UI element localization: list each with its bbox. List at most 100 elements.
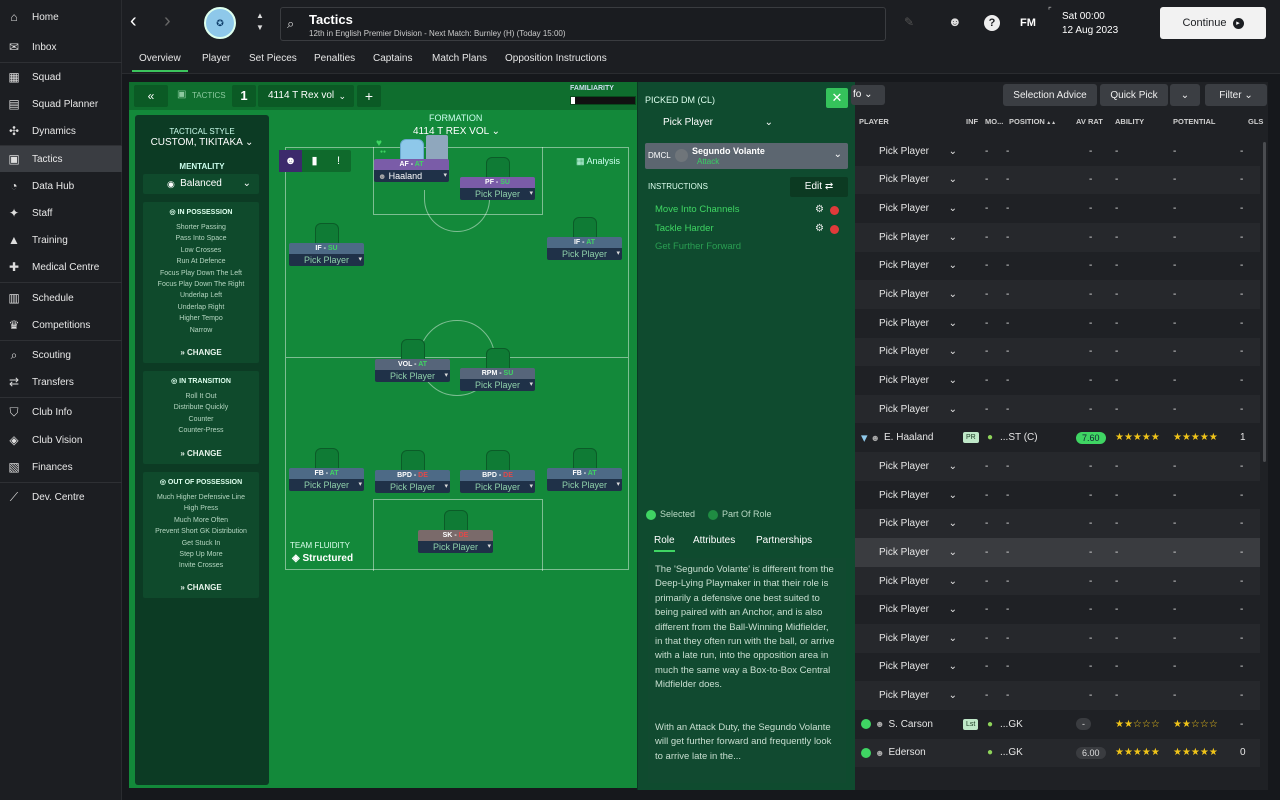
search-box[interactable]: ⌕ Tactics 12th in English Premier Divisi… xyxy=(280,7,886,41)
sidebar-item-schedule[interactable]: ▥ Schedule xyxy=(0,285,122,311)
tab-penalties[interactable]: Penalties xyxy=(314,53,355,64)
player-name-select[interactable]: Pick Player ▾ xyxy=(460,188,535,200)
pick-player-select[interactable]: Pick Player ⌄ xyxy=(879,252,957,281)
pitch-position-rpm[interactable]: RPM - SU Pick Player ▾ xyxy=(460,348,535,391)
table-row[interactable]: Pick Player ⌄ - - - - - - xyxy=(855,653,1260,682)
tactic-select[interactable]: 4114 T Rex vol ⌄ xyxy=(258,85,354,107)
role-select[interactable]: DMCL Segundo Volante Attack ⌄ xyxy=(645,143,848,169)
pick-player-select[interactable]: Pick Player ⌄ xyxy=(879,366,957,395)
in-possession-change-button[interactable]: » CHANGE xyxy=(143,348,259,357)
help-icon[interactable]: ? xyxy=(984,15,1000,31)
pencil-icon[interactable]: ✎ xyxy=(904,15,914,29)
gear-icon[interactable]: ⚙ xyxy=(815,204,824,215)
tactic-slot[interactable]: 1 xyxy=(232,85,256,107)
remove-icon[interactable] xyxy=(830,206,839,215)
table-row[interactable]: Pick Player ⌄ - - - - - - xyxy=(855,337,1260,367)
detail-tab-role[interactable]: Role xyxy=(654,535,675,552)
table-row[interactable]: Pick Player ⌄ - - - - - - xyxy=(855,165,1260,195)
sidebar-item-squad[interactable]: ▦ Squad xyxy=(0,64,122,90)
pitch-position-ifr[interactable]: IF - AT Pick Player ▾ xyxy=(547,217,622,260)
pick-player-select[interactable]: Pick Player ⌄ xyxy=(879,509,957,538)
info-select[interactable]: fo ⌄ xyxy=(851,85,885,105)
table-row[interactable]: Pick Player ⌄ - - - - - - xyxy=(855,280,1260,309)
pick-player-select[interactable]: Pick Player ⌄ xyxy=(879,595,957,624)
continue-button[interactable]: Continue ▸ xyxy=(1160,7,1266,39)
pick-player-select[interactable]: Pick Player ⌄ xyxy=(879,624,957,653)
pick-player-select[interactable]: Pick Player ⌄ xyxy=(879,452,957,481)
sidebar-item-club-info[interactable]: ⛉ Club Info xyxy=(0,399,122,425)
pitch-position-bpdr[interactable]: BPD - DE Pick Player ▾ xyxy=(460,450,535,493)
detail-tab-partnerships[interactable]: Partnerships xyxy=(756,535,812,546)
gear-icon[interactable]: ⚙ xyxy=(815,223,824,234)
player-cell[interactable]: ☻ S. Carson xyxy=(861,710,933,739)
table-row[interactable]: Pick Player ⌄ - - - - - - xyxy=(855,681,1260,710)
fm-menu[interactable]: FM xyxy=(1020,17,1036,29)
back-button[interactable]: ‹ xyxy=(130,10,137,33)
player-name-select[interactable]: Pick Player ▾ xyxy=(418,541,493,553)
pitch-position-vol[interactable]: VOL - AT Pick Player ▾ xyxy=(375,339,450,382)
column-header-player[interactable]: PLAYER xyxy=(859,117,889,126)
remove-icon[interactable] xyxy=(830,224,839,234)
table-row[interactable]: ▾ ☻ E. Haaland PR ● ...ST (C) 7.60 ★★★★★ ★★★★★ 1 xyxy=(855,424,1260,453)
player-instruction[interactable]: Tackle Harder ⚙ xyxy=(655,223,845,239)
player-role[interactable]: SK - DE xyxy=(418,530,493,541)
player-cell[interactable]: ☻ Ederson xyxy=(861,739,926,768)
table-row[interactable]: Pick Player ⌄ - - - - - - xyxy=(855,394,1260,424)
table-row[interactable]: Pick Player ⌄ - - - - - - xyxy=(855,137,1260,166)
sidebar-item-home[interactable]: ⌂ Home xyxy=(0,4,122,30)
table-scrollbar[interactable] xyxy=(1263,142,1266,462)
pitch-position-ifl[interactable]: IF - SU Pick Player ▾ xyxy=(289,223,364,266)
column-header-mo-[interactable]: MO... xyxy=(985,117,1003,126)
quick-pick-dropdown[interactable]: ⌄ xyxy=(1170,84,1200,106)
table-row[interactable]: Pick Player ⌄ - - - - - - xyxy=(855,481,1260,510)
game-status-icon[interactable]: ☻ xyxy=(948,14,962,29)
detail-tab-attributes[interactable]: Attributes xyxy=(693,535,735,546)
sidebar-item-squad-planner[interactable]: ▤ Squad Planner xyxy=(0,91,122,117)
pitch-position-fbr[interactable]: FB - AT Pick Player ▾ xyxy=(547,448,622,491)
player-cell[interactable]: ▾ ☻ E. Haaland xyxy=(861,424,934,453)
in-transition-change-button[interactable]: » CHANGE xyxy=(143,449,259,458)
calendar-icon[interactable]: ⌜ xyxy=(1048,6,1052,15)
quick-pick-button[interactable]: Quick Pick xyxy=(1100,84,1168,106)
pitch-position-fbl[interactable]: FB - AT Pick Player ▾ xyxy=(289,448,364,491)
pick-player-select[interactable]: Pick Player ⌄ xyxy=(879,309,957,338)
player-name-select[interactable]: Pick Player ▾ xyxy=(547,479,622,491)
pitch-position-af[interactable]: ♥ ●● AF - AT ☻ Haaland ▾ xyxy=(374,135,449,182)
player-role[interactable]: IF - SU xyxy=(289,243,364,254)
pick-player-select[interactable]: Pick Player ⌄ xyxy=(879,395,957,424)
analysis-button[interactable]: ▦ Analysis xyxy=(576,156,620,167)
table-row[interactable]: Pick Player ⌄ - - - - - - xyxy=(855,222,1260,252)
table-row[interactable]: ☻ Ederson ● ...GK 6.00 ★★★★★ ★★★★★ 0 xyxy=(855,738,1260,768)
close-button[interactable]: ✕ xyxy=(826,88,848,108)
pick-player-select[interactable]: Pick Player ⌄ xyxy=(657,112,777,134)
sidebar-item-transfers[interactable]: ⇄ Transfers xyxy=(0,369,122,395)
column-header-inf[interactable]: INF xyxy=(966,117,978,126)
column-header-av-rat[interactable]: AV RAT xyxy=(1076,117,1103,126)
stats-view-icon[interactable]: ▮ xyxy=(303,150,326,172)
tab-captains[interactable]: Captains xyxy=(373,53,412,64)
column-header-potential[interactable]: POTENTIAL xyxy=(1173,117,1216,126)
forward-button[interactable]: › xyxy=(164,10,171,33)
player-role[interactable]: FB - AT xyxy=(289,468,364,479)
sidebar-item-tactics[interactable]: ▣ Tactics xyxy=(0,146,122,172)
sidebar-item-finances[interactable]: ▧ Finances xyxy=(0,454,122,480)
club-switch-arrows[interactable]: ▲ ▼ xyxy=(256,10,264,34)
player-instruction[interactable]: Move Into Channels ⚙ xyxy=(655,204,845,220)
pitch-position-pf[interactable]: PF - SU Pick Player ▾ xyxy=(460,157,535,200)
tab-set-pieces[interactable]: Set Pieces xyxy=(249,53,297,64)
player-role[interactable]: AF - AT xyxy=(374,159,449,170)
sidebar-item-dev-centre[interactable]: ⟋ Dev. Centre xyxy=(0,484,122,510)
sidebar-item-medical-centre[interactable]: ✚ Medical Centre xyxy=(0,254,122,280)
player-name-select[interactable]: Pick Player ▾ xyxy=(375,370,450,382)
pick-player-select[interactable]: Pick Player ⌄ xyxy=(879,194,957,223)
sidebar-item-inbox[interactable]: ✉ Inbox xyxy=(0,34,122,60)
club-crest-icon[interactable]: ✪ xyxy=(204,7,236,39)
tactical-style-select[interactable]: CUSTOM, TIKITAKA ⌄ xyxy=(135,137,269,148)
pick-player-select[interactable]: Pick Player ⌄ xyxy=(879,223,957,252)
table-row[interactable]: Pick Player ⌄ - - - - - - xyxy=(855,595,1260,624)
table-row[interactable]: Pick Player ⌄ - - - - - - xyxy=(855,509,1260,539)
player-role[interactable]: IF - AT xyxy=(547,237,622,248)
table-row[interactable]: Pick Player ⌄ - - - - - - xyxy=(855,309,1260,338)
filter-button[interactable]: Filter ⌄ xyxy=(1205,84,1267,106)
out-of-possession-change-button[interactable]: » CHANGE xyxy=(143,583,259,592)
